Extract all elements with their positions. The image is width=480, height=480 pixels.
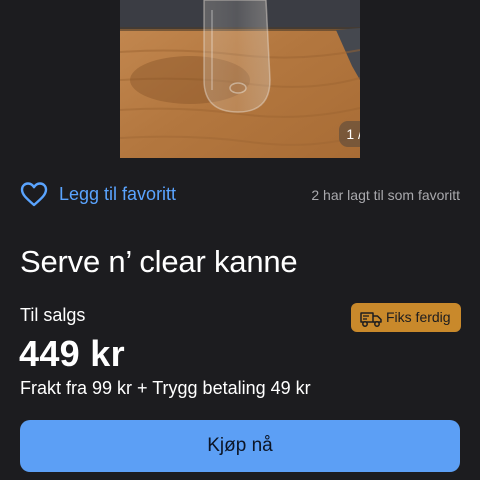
buy-now-button[interactable]: Kjøp nå bbox=[20, 420, 460, 472]
product-photo[interactable]: 1 / 1 bbox=[120, 0, 360, 158]
image-counter: 1 / 1 bbox=[339, 121, 360, 147]
truck-icon bbox=[360, 309, 382, 327]
product-photo-image bbox=[120, 0, 360, 158]
badge-label: Fiks ferdig bbox=[386, 309, 451, 325]
favorite-count: 2 har lagt til som favoritt bbox=[311, 187, 460, 203]
listing-title: Serve n’ clear kanne bbox=[20, 244, 298, 279]
price: 449 kr bbox=[19, 333, 125, 374]
heart-icon[interactable] bbox=[20, 181, 48, 207]
fiks-ferdig-badge: Fiks ferdig bbox=[351, 303, 461, 332]
sale-status: Til salgs bbox=[20, 305, 86, 325]
favorite-row: Legg til favoritt 2 har lagt til som fav… bbox=[20, 180, 460, 210]
add-favorite-link[interactable]: Legg til favoritt bbox=[59, 184, 176, 205]
listing-screen: 1 / 1 Legg til favoritt 2 har lagt til s… bbox=[0, 0, 480, 480]
shipping-info: Frakt fra 99 kr + Trygg betaling 49 kr bbox=[20, 378, 311, 398]
